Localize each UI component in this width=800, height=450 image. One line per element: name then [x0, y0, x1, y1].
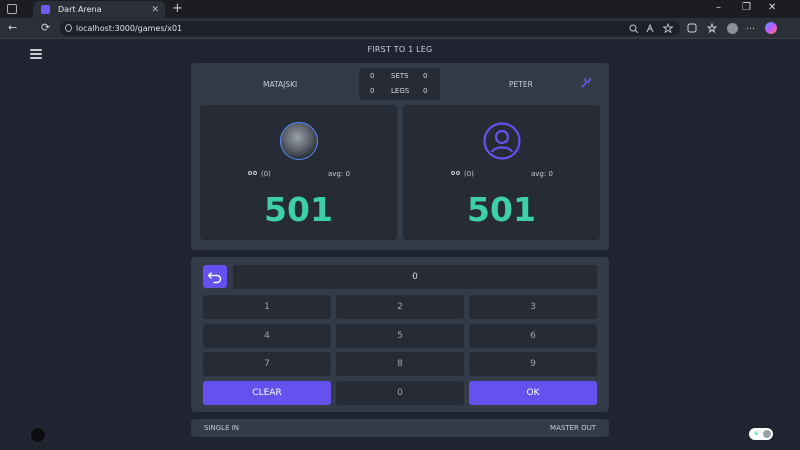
back-button[interactable]: ← — [8, 21, 17, 34]
close-window-button[interactable]: ✕ — [768, 2, 776, 13]
game-rules-bar: SINGLE IN MASTER OUT — [191, 419, 609, 437]
theme-toggle[interactable]: ☀ — [749, 428, 773, 440]
sets-legs-box: 0 SETS 0 0 LEGS 0 — [359, 68, 440, 100]
reload-button[interactable]: ⟳ — [41, 21, 50, 34]
key-6[interactable]: 6 — [469, 324, 597, 348]
new-tab-button[interactable]: + — [172, 1, 183, 16]
key-9[interactable]: 9 — [469, 352, 597, 376]
player1-avatar — [280, 122, 318, 160]
read-aloud-icon[interactable] — [646, 24, 656, 33]
sun-icon: ☀ — [753, 430, 760, 438]
browser-tab[interactable]: Dart Arena ✕ — [33, 1, 165, 18]
profile-avatar[interactable] — [727, 23, 738, 34]
url-field[interactable]: localhost:3000/games/x01 — [60, 21, 680, 36]
clear-button[interactable]: CLEAR — [203, 381, 331, 405]
maximize-button[interactable]: ❐ — [742, 2, 751, 13]
browser-titlebar: Dart Arena ✕ + – ❐ ✕ — [0, 0, 800, 18]
sets-label: SETS — [391, 72, 409, 80]
undo-icon — [207, 272, 222, 284]
game-mode-title: FIRST TO 1 LEG — [367, 45, 433, 54]
player1-average: avg: 0 — [328, 170, 350, 178]
copilot-icon[interactable] — [765, 22, 777, 34]
player1-card: (0) avg: 0 501 — [200, 105, 397, 240]
score-keypad: 0 1 2 3 4 5 6 7 8 9 CLEAR 0 OK — [191, 257, 609, 412]
player1-team-count: (0) — [261, 170, 271, 178]
favicon-icon — [41, 5, 50, 14]
tab-close-icon[interactable]: ✕ — [151, 5, 159, 15]
tab-title: Dart Arena — [58, 5, 102, 14]
key-5[interactable]: 5 — [336, 324, 464, 348]
player1-legs: 0 — [370, 87, 375, 95]
ok-button[interactable]: OK — [469, 381, 597, 405]
scoreboard: MATAJSKI 0 SETS 0 0 LEGS 0 PETER (0) avg… — [191, 63, 609, 250]
minimize-button[interactable]: – — [716, 2, 721, 13]
player2-team-count: (0) — [464, 170, 474, 178]
key-7[interactable]: 7 — [203, 352, 331, 376]
player1-name: MATAJSKI — [263, 80, 298, 89]
player2-name: PETER — [509, 80, 533, 89]
player2-average: avg: 0 — [531, 170, 553, 178]
undo-button[interactable] — [203, 265, 227, 288]
player1-team-stat: (0) — [248, 170, 271, 178]
player2-team-stat: (0) — [451, 170, 474, 178]
default-user-icon — [483, 122, 521, 160]
site-info-icon[interactable] — [65, 24, 72, 32]
player2-card: (0) avg: 0 501 — [403, 105, 600, 240]
wrench-icon[interactable] — [581, 78, 591, 88]
favorite-star-icon[interactable] — [663, 23, 673, 33]
in-mode-label: SINGLE IN — [204, 424, 240, 432]
team-icon — [451, 170, 461, 178]
zoom-icon[interactable] — [629, 24, 638, 33]
key-4[interactable]: 4 — [203, 324, 331, 348]
extensions-icon[interactable] — [687, 23, 697, 33]
more-menu-button[interactable]: … — [746, 22, 755, 32]
key-2[interactable]: 2 — [336, 295, 464, 319]
player2-legs: 0 — [423, 87, 428, 95]
favorites-icon[interactable] — [707, 23, 718, 33]
team-icon — [248, 170, 258, 178]
tab-actions-icon[interactable] — [7, 4, 17, 14]
player2-score: 501 — [467, 190, 536, 229]
out-mode-label: MASTER OUT — [550, 424, 596, 432]
floating-action-button[interactable] — [30, 427, 46, 443]
legs-label: LEGS — [391, 87, 410, 95]
toggle-knob — [763, 430, 771, 438]
key-0[interactable]: 0 — [336, 381, 464, 405]
url-text: localhost:3000/games/x01 — [76, 24, 183, 33]
player1-sets: 0 — [370, 72, 375, 80]
key-8[interactable]: 8 — [336, 352, 464, 376]
address-bar: ← ⟳ localhost:3000/games/x01 — [0, 18, 800, 39]
key-1[interactable]: 1 — [203, 295, 331, 319]
score-input-display[interactable]: 0 — [233, 265, 597, 289]
player1-score: 501 — [264, 190, 333, 229]
player2-sets: 0 — [423, 72, 428, 80]
key-3[interactable]: 3 — [469, 295, 597, 319]
